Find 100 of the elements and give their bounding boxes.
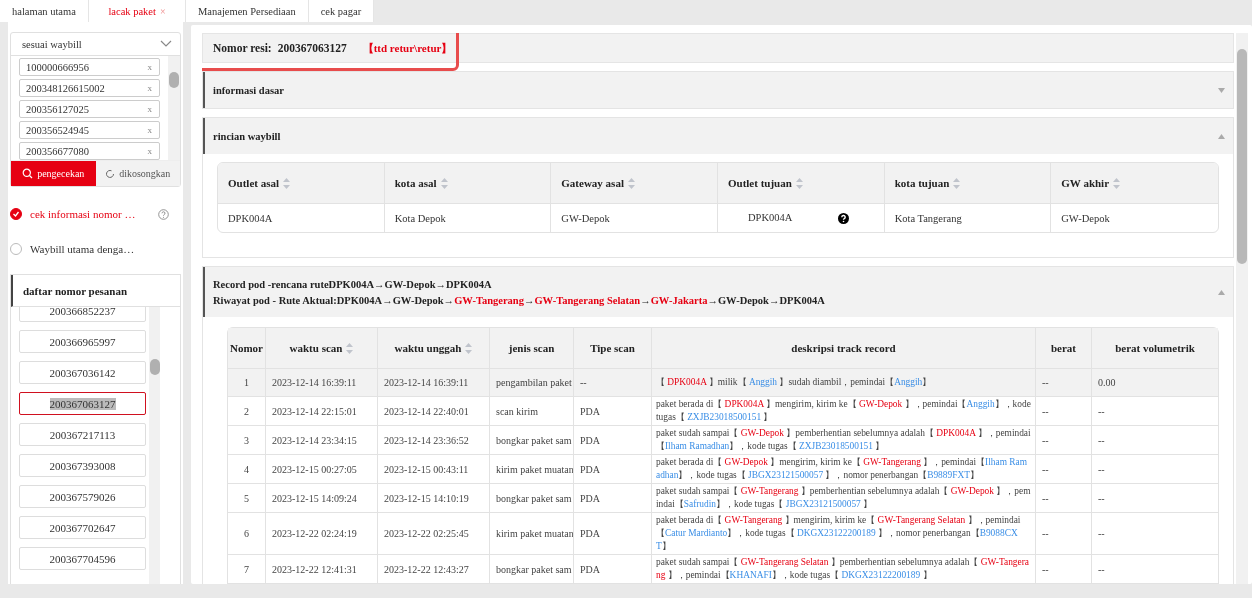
- tab[interactable]: halaman utama: [0, 0, 89, 22]
- sort-icon[interactable]: [795, 177, 803, 189]
- remove-icon[interactable]: x: [147, 62, 152, 72]
- table-cell: 3: [228, 426, 266, 455]
- table-cell: kirim paket muatan: [490, 455, 574, 484]
- column-header[interactable]: Gateway asal: [551, 163, 718, 204]
- route-text: Riwayat pod - Rute Aktual:DPK004A→GW-Depok→GW-Tangerang→GW-Tangerang Selatan→GW-Jakarta→GW-Depok→DPK004A: [213, 294, 825, 306]
- sort-icon[interactable]: [627, 177, 635, 189]
- table-cell: scan kirim: [490, 397, 574, 426]
- column-header[interactable]: jenis scan: [490, 328, 574, 369]
- table-cell: 6: [228, 513, 266, 555]
- chevron-down-icon: [160, 40, 172, 48]
- column-header[interactable]: berat volumetrik: [1092, 328, 1218, 369]
- waybill-input[interactable]: 200356524945 x: [19, 121, 160, 139]
- order-number-item[interactable]: 200366852237: [19, 307, 146, 322]
- remove-icon[interactable]: x: [147, 146, 152, 156]
- table-cell: --: [1092, 426, 1218, 455]
- waybill-input[interactable]: 200348126615002 x: [19, 79, 160, 97]
- order-number-item[interactable]: 200366965997: [19, 330, 146, 353]
- remove-icon[interactable]: x: [147, 104, 152, 114]
- column-header[interactable]: deskripsi track record: [652, 328, 1036, 369]
- table-cell: kirim paket muatan: [490, 513, 574, 555]
- column-header[interactable]: Tipe scan: [574, 328, 652, 369]
- table-cell: --: [574, 369, 652, 397]
- sort-icon[interactable]: [1113, 177, 1121, 189]
- option-label[interactable]: cek informasi nomor …: [30, 208, 134, 220]
- remove-icon[interactable]: x: [147, 125, 152, 135]
- column-header[interactable]: Nomor: [228, 328, 266, 369]
- table-cell: bongkar paket sam: [490, 484, 574, 513]
- column-header[interactable]: Outlet asal: [218, 163, 385, 204]
- radio-button[interactable]: [10, 208, 22, 220]
- column-header[interactable]: kota asal: [384, 163, 552, 204]
- waybill-input[interactable]: 200356677080 x: [19, 142, 160, 160]
- section-header[interactable]: informasi dasar: [203, 72, 1233, 108]
- table-cell: 7: [228, 555, 266, 584]
- table-cell: 2023-12-14 22:15:01: [266, 397, 378, 426]
- table-cell: 2023-12-15 14:10:19: [378, 484, 490, 513]
- route-text: Record pod -rencana ruteDPK004A→GW-Depok→DPK004A: [213, 278, 493, 290]
- table-cell: 2023-12-14 23:34:15: [266, 426, 378, 455]
- table-cell: --: [1092, 397, 1218, 426]
- table-cell-text: GW-Depok: [1060, 211, 1111, 226]
- order-number-item[interactable]: 200367217113: [19, 423, 146, 446]
- waybill-input[interactable]: 100000666956 x: [19, 58, 160, 76]
- clear-button[interactable]: dikosongkan: [95, 161, 180, 186]
- sort-icon[interactable]: [465, 342, 473, 354]
- check-icon: [12, 210, 20, 218]
- scrollbar[interactable]: [168, 56, 180, 160]
- check-button[interactable]: pengecekan: [11, 161, 96, 186]
- sort-icon[interactable]: [283, 177, 291, 189]
- table-cell: PDA: [574, 455, 652, 484]
- table-cell: 2023-12-15 14:09:24: [266, 484, 378, 513]
- table-cell: PDA: [574, 513, 652, 555]
- column-header[interactable]: waktu unggah: [378, 328, 490, 369]
- column-header[interactable]: GW akhir: [1051, 163, 1218, 204]
- table-cell: DPK004A: [717, 204, 885, 232]
- table-cell: --: [1092, 555, 1218, 584]
- tab[interactable]: Manajemen Persediaan: [186, 0, 309, 22]
- search-icon: [22, 168, 34, 179]
- search-type-dropdown[interactable]: sesuai waybill: [11, 33, 180, 56]
- tab[interactable]: lacak paket ×: [89, 0, 186, 22]
- table-cell: --: [1036, 513, 1092, 555]
- scrollbar[interactable]: [1236, 33, 1248, 584]
- remove-icon[interactable]: x: [147, 83, 152, 93]
- column-header[interactable]: kota tujuan: [884, 163, 1052, 204]
- table-cell: Kota Tangerang: [884, 204, 1052, 232]
- table-cell: PDA: [574, 484, 652, 513]
- caret-icon: [1218, 87, 1225, 93]
- table-cell: 2023-12-14 16:39:11: [378, 369, 490, 397]
- table-cell: 0.00: [1092, 369, 1218, 397]
- table-cell: PDA: [574, 397, 652, 426]
- table-cell: --: [1036, 426, 1092, 455]
- help-icon[interactable]: [838, 213, 850, 225]
- sort-icon[interactable]: [953, 177, 961, 189]
- table-cell: 2023-12-22 12:41:31: [266, 555, 378, 584]
- scrollbar[interactable]: [149, 307, 160, 584]
- table-cell: 5: [228, 484, 266, 513]
- order-number-item[interactable]: 200367702647: [19, 516, 146, 539]
- sort-icon[interactable]: [346, 342, 354, 354]
- table-cell: 2023-12-22 02:25:45: [378, 513, 490, 555]
- order-number-item[interactable]: 200367704596: [19, 547, 146, 570]
- column-header[interactable]: Outlet tujuan: [717, 163, 885, 204]
- sort-icon[interactable]: [440, 177, 448, 189]
- option-label[interactable]: Waybill utama denga…: [30, 243, 134, 255]
- table-cell: --: [1092, 455, 1218, 484]
- table-cell: 2: [228, 397, 266, 426]
- order-number-item[interactable]: 200367063127: [19, 392, 146, 415]
- tab[interactable]: cek pagar: [308, 0, 375, 22]
- table-cell: GW-Depok: [551, 204, 718, 232]
- section-header[interactable]: Record pod -rencana ruteDPK004A→GW-Depok→DPK004A Riwayat pod - Rute Aktual:DPK004A→GW-Depok→GW-Tangerang→GW-Tangerang Selatan→GW-Jakarta→GW-Depok→DPK004A: [203, 267, 1233, 317]
- order-number-item[interactable]: 200367036142: [19, 361, 146, 384]
- table-cell: --: [1036, 555, 1092, 584]
- table-cell: 2023-12-14 22:40:01: [378, 397, 490, 426]
- column-header[interactable]: waktu scan: [266, 328, 378, 369]
- table-cell: --: [1036, 369, 1092, 397]
- order-number-item[interactable]: 200367393008: [19, 454, 146, 477]
- table-cell: --: [1036, 397, 1092, 426]
- section-header[interactable]: rincian waybill: [203, 118, 1233, 154]
- column-header[interactable]: berat: [1036, 328, 1092, 369]
- order-number-item[interactable]: 200367579026: [19, 485, 146, 508]
- waybill-input[interactable]: 200356127025 x: [19, 100, 160, 118]
